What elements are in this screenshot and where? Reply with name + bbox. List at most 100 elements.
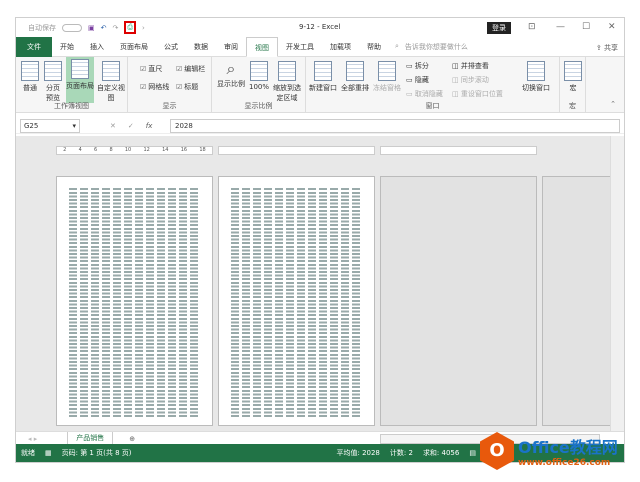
print-preview-icon[interactable]: ⎙ [124, 21, 136, 34]
page-3[interactable] [380, 176, 537, 426]
ruler-tick: 12 [143, 147, 150, 153]
customize-qat-icon[interactable]: › [142, 24, 145, 32]
headings-checkbox[interactable]: 标题 [176, 82, 198, 92]
macros-button[interactable]: 宏 [563, 59, 583, 93]
ribbon-display-icon[interactable]: ⊡ [528, 22, 536, 32]
tab-review[interactable]: 审阅 [216, 37, 246, 57]
custom-views-button[interactable]: 自定义视图 [96, 59, 126, 103]
name-box[interactable]: G25 ▾ [20, 118, 80, 133]
tab-home[interactable]: 开始 [52, 37, 82, 57]
normal-view-icon [21, 61, 39, 81]
unhide-button[interactable]: ▭ 取消隐藏 [406, 89, 443, 99]
zoom-100-label: 100% [248, 83, 269, 91]
autosave-toggle[interactable] [62, 23, 82, 32]
ruler-tick: 2 [63, 147, 67, 153]
ruler-tick: 4 [78, 147, 82, 153]
tell-me-input[interactable]: 告诉我你想要做什么 [405, 42, 468, 52]
page-layout-label: 页面布局 [66, 82, 94, 90]
hide-button[interactable]: ▭ 隐藏 [406, 75, 429, 85]
custom-views-icon [102, 61, 120, 81]
horizontal-ruler [380, 146, 537, 155]
undo-icon[interactable]: ↶ [101, 24, 107, 32]
page-data-table [231, 187, 362, 417]
share-button[interactable]: ⇪ 共享 [596, 43, 618, 53]
group-workbook-views: 普通 分页预览 页面布局 自定义视图 工作簿视图 [16, 57, 128, 113]
page-layout-button[interactable]: 页面布局 [66, 57, 94, 103]
page-layout-area: 2 4 6 8 10 12 14 16 18 [16, 136, 622, 431]
group-macros: 宏 宏 [560, 57, 586, 113]
new-window-icon [314, 61, 332, 81]
sync-label: 同步滚动 [460, 76, 489, 84]
scroll-tabs-left-icon[interactable]: ◂ ▸ [28, 435, 37, 443]
redo-icon[interactable]: ↷ [113, 24, 119, 32]
save-icon[interactable]: ▣ [88, 24, 95, 32]
window-title: 9-12 - Excel [299, 23, 341, 31]
maximize-button[interactable]: ☐ [582, 22, 590, 32]
tab-formulas[interactable]: 公式 [156, 37, 186, 57]
collapse-ribbon-icon[interactable]: ⌃ [610, 100, 616, 108]
office-logo-icon: O [480, 432, 514, 470]
normal-view-button[interactable]: 普通 [20, 59, 40, 93]
tab-page-layout[interactable]: 页面布局 [112, 37, 156, 57]
name-box-value: G25 [24, 121, 39, 130]
formula-bar-checkbox[interactable]: 编辑栏 [176, 64, 205, 74]
enter-icon[interactable]: ✓ [128, 122, 134, 130]
search-icon: ⌕ [395, 42, 399, 50]
tab-file[interactable]: 文件 [16, 36, 52, 57]
reset-position-button[interactable]: ◫ 重设窗口位置 [452, 89, 503, 99]
reset-label: 重设窗口位置 [460, 90, 503, 98]
tab-developer[interactable]: 开发工具 [278, 37, 322, 57]
unhide-label: 取消隐藏 [414, 90, 443, 98]
new-window-button[interactable]: 新建窗口 [308, 59, 338, 93]
normal-view-label: 普通 [23, 84, 37, 92]
gridlines-checkbox[interactable]: 网格线 [140, 82, 169, 92]
minimize-button[interactable]: — [556, 22, 565, 32]
page-layout-status-icon: ▦ [45, 449, 52, 457]
ruler-tick: 6 [94, 147, 98, 153]
login-button[interactable]: 登录 [487, 22, 511, 34]
split-button[interactable]: ▭ 拆分 [406, 61, 429, 71]
freeze-panes-icon [378, 61, 396, 81]
ruler-checkbox[interactable]: 直尺 [140, 64, 162, 74]
tab-view[interactable]: 视图 [246, 36, 278, 57]
tab-insert[interactable]: 插入 [82, 37, 112, 57]
macros-icon [564, 61, 582, 81]
formula-bar: G25 ▾ ✕ ✓ fx 2028 [16, 118, 624, 134]
group-label: 宏 [569, 102, 576, 110]
add-sheet-icon[interactable]: ⊕ [129, 435, 135, 443]
zoom-selection-button[interactable]: 缩放到选定区域 [272, 59, 302, 103]
switch-windows-button[interactable]: 切换窗口 [518, 59, 554, 93]
view-side-by-side-button[interactable]: ◫ 并排查看 [452, 61, 489, 71]
switch-windows-icon [527, 61, 545, 81]
macros-label: 宏 [569, 84, 577, 92]
tab-help[interactable]: 帮助 [359, 37, 389, 57]
freeze-panes-button[interactable]: 冻结窗格 [372, 59, 402, 93]
chevron-down-icon[interactable]: ▾ [72, 122, 76, 130]
formula-input[interactable]: 2028 [170, 118, 620, 133]
zoom-button[interactable]: ⌕ 显示比例 [216, 59, 246, 89]
tab-addins[interactable]: 加载项 [322, 37, 359, 57]
zoom-100-button[interactable]: 100% [248, 59, 270, 91]
normal-view-status-icon[interactable]: ▤ [469, 449, 476, 457]
close-button[interactable]: ✕ [608, 22, 616, 32]
share-label: 共享 [604, 44, 618, 52]
insert-function-icon[interactable]: fx [146, 122, 153, 130]
zoom-selection-icon [278, 61, 296, 81]
page-data-table [69, 187, 200, 417]
tab-data[interactable]: 数据 [186, 37, 216, 57]
ruler-tick: 8 [109, 147, 113, 153]
status-page: 页码: 第 1 页(共 8 页) [61, 449, 132, 457]
page-1[interactable] [56, 176, 213, 426]
new-window-label: 新建窗口 [309, 84, 337, 92]
cancel-icon[interactable]: ✕ [110, 122, 116, 130]
sync-scroll-button[interactable]: ◫ 同步滚动 [452, 75, 489, 85]
page-2[interactable] [218, 176, 375, 426]
group-zoom: ⌕ 显示比例 100% 缩放到选定区域 显示比例 [212, 57, 306, 113]
ruler-tick: 18 [199, 147, 206, 153]
vertical-scrollbar[interactable] [610, 136, 624, 431]
arrange-all-icon [346, 61, 364, 81]
ruler-tick: 10 [124, 147, 132, 153]
page-break-preview-button[interactable]: 分页预览 [43, 59, 63, 103]
group-label: 显示比例 [244, 102, 273, 110]
arrange-all-button[interactable]: 全部重排 [340, 59, 370, 93]
